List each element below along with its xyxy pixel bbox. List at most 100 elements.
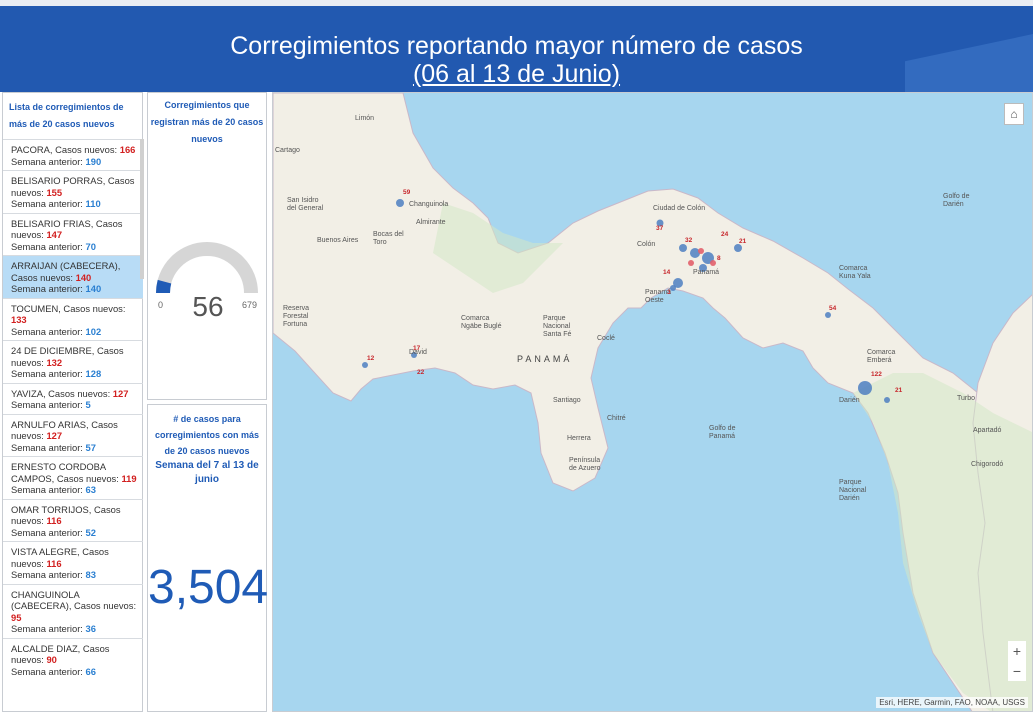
new-cases: 116 xyxy=(46,515,62,526)
previous-week-cases: 102 xyxy=(85,325,102,337)
case-marker xyxy=(734,244,742,252)
total-cases-panel: # de casos para corregimientos con más d… xyxy=(147,404,268,712)
case-marker xyxy=(825,312,831,318)
new-cases: 119 xyxy=(121,472,137,484)
corregimiento-name: BELISARIO FRIAS, Casos nuevos: xyxy=(11,217,123,241)
case-count-label: 22 xyxy=(417,369,425,376)
case-count-label: 32 xyxy=(685,237,693,244)
corregimientos-list[interactable]: PACORA, Casos nuevos: 166 Semana anterior… xyxy=(3,139,143,680)
case-marker xyxy=(858,381,872,395)
map-view[interactable]: Limón Cartago San Isidro del General Bue… xyxy=(272,92,1033,712)
map-label-buenos-aires: Buenos Aires xyxy=(317,237,359,244)
list-item[interactable]: ALCALDE DIAZ, Casos nuevos: 90 Semana ant… xyxy=(3,637,143,681)
new-cases: 147 xyxy=(46,229,63,240)
previous-week-cases: 140 xyxy=(85,283,102,294)
gauge-panel: Corregimientos que registran más de 20 c… xyxy=(147,92,267,400)
zoom-out-button[interactable]: − xyxy=(1008,661,1026,681)
previous-week-label: Semana anterior: xyxy=(11,665,86,677)
previous-week-cases: 63 xyxy=(85,484,96,495)
total-period: Semana del 7 al 13 de junio xyxy=(155,460,259,485)
previous-week-cases: 190 xyxy=(85,155,102,167)
land-forest-east xyxy=(853,373,1032,711)
list-item[interactable]: OMAR TORRIJOS, Casos nuevos: 116 Semana a… xyxy=(3,498,143,542)
case-count-label: 54 xyxy=(829,305,837,312)
case-count-label: 3 xyxy=(667,289,671,296)
map-label-chitre: Chitré xyxy=(607,415,626,422)
map-label-herrera: Herrera xyxy=(567,435,591,442)
gauge-max: 679 xyxy=(242,300,258,310)
corregimiento-name: ERNESTO CORDOBA CAMPOS, Casos nuevos: xyxy=(11,461,122,484)
map-label-reserva: Reserva Forestal Fortuna xyxy=(283,305,310,328)
map-label-limon: Limón xyxy=(355,115,375,122)
corregimiento-name: OMAR TORRIJOS, Casos nuevos: xyxy=(11,503,121,527)
list-item[interactable]: BELISARIO FRIAS, Casos nuevos: 147 Semana… xyxy=(3,212,143,256)
list-item[interactable]: ERNESTO CORDOBA CAMPOS, Casos nuevos: 11… xyxy=(3,456,143,499)
map-basemap[interactable] xyxy=(273,93,1033,712)
corregimiento-name: 24 DE DICIEMBRE, Casos nuevos: xyxy=(11,345,124,368)
corregimiento-name: CHANGUINOLA (CABECERA), Casos nuevos: xyxy=(11,588,137,612)
previous-week-cases: 57 xyxy=(85,441,96,453)
case-count-label: 37 xyxy=(656,225,664,232)
map-label-golfo-panama: Golfo de Panamá xyxy=(709,425,736,440)
gauge-track xyxy=(156,242,258,294)
previous-week-label: Semana anterior: xyxy=(11,368,86,379)
previous-week-label: Semana anterior: xyxy=(11,283,86,294)
previous-week-label: Semana anterior: xyxy=(11,569,86,580)
map-label-colon: Colón xyxy=(637,241,656,248)
case-count-label: 24 xyxy=(721,231,729,238)
gauge-value: 56 xyxy=(192,291,224,322)
previous-week-label: Semana anterior: xyxy=(11,240,86,252)
list-item[interactable]: BELISARIO PORRAS, Casos nuevos: 155 Seman… xyxy=(3,170,143,213)
case-count-label: 14 xyxy=(663,269,671,276)
corregimiento-name: PACORA, Casos nuevos: xyxy=(11,144,120,155)
previous-week-label: Semana anterior: xyxy=(11,526,86,538)
list-item[interactable]: PACORA, Casos nuevos: 166 Semana anterior… xyxy=(3,139,143,170)
zoom-in-button[interactable]: + xyxy=(1008,641,1026,661)
case-count-label: 21 xyxy=(739,238,747,245)
map-label-almirante: Almirante xyxy=(416,219,446,226)
page-subtitle: (06 al 13 de Junio) xyxy=(412,60,621,88)
previous-week-label: Semana anterior: xyxy=(11,155,86,167)
previous-week-label: Semana anterior: xyxy=(11,325,86,337)
map-label-peninsula: Península de Azuero xyxy=(569,457,601,472)
case-count-label: 21 xyxy=(895,387,903,394)
map-label-apartado: Apartadó xyxy=(973,427,1002,434)
previous-week-cases: 5 xyxy=(85,399,91,410)
list-item[interactable]: ARNULFO ARIAS, Casos nuevos: 127 Semana a… xyxy=(3,413,143,457)
list-item[interactable]: 24 DE DICIEMBRE, Casos nuevos: 132 Semana… xyxy=(3,340,143,383)
previous-week-label: Semana anterior: xyxy=(11,623,86,634)
new-cases: 95 xyxy=(11,611,22,623)
list-item[interactable]: ARRAIJAN (CABECERA), Casos nuevos: 140 Se… xyxy=(3,255,143,298)
map-label-comarca-embera: Comarca Emberá xyxy=(867,349,896,364)
list-item[interactable]: CHANGUINOLA (CABECERA), Casos nuevos: 95… xyxy=(3,583,143,638)
home-button[interactable]: ⌂ xyxy=(1004,103,1024,125)
previous-week-cases: 66 xyxy=(85,665,96,677)
map-label-santiago: Santiago xyxy=(553,397,581,404)
previous-week-cases: 70 xyxy=(85,240,96,252)
gauge-min: 0 xyxy=(158,300,164,310)
map-label-parque: Parque Nacional Santa Fé xyxy=(543,315,572,338)
corregimiento-name: TOCUMEN, Casos nuevos: xyxy=(11,302,126,314)
case-marker xyxy=(362,362,368,368)
page-title: Corregimientos reportando mayor número d… xyxy=(230,32,803,60)
new-cases: 90 xyxy=(46,654,57,665)
new-cases: 140 xyxy=(75,271,92,283)
previous-week-label: Semana anterior: xyxy=(11,484,86,495)
list-item[interactable]: YAVIZA, Casos nuevos: 127 Semana anterior… xyxy=(3,382,143,414)
previous-week-label: Semana anterior: xyxy=(11,399,86,410)
corregimiento-name: ARNULFO ARIAS, Casos nuevos: xyxy=(11,418,118,442)
list-scrollbar[interactable] xyxy=(140,139,144,279)
case-marker xyxy=(884,397,890,403)
corregimiento-name: ALCALDE DIAZ, Casos nuevos: xyxy=(11,642,110,666)
case-marker xyxy=(698,248,704,254)
total-title: # de casos para corregimientos con más d… xyxy=(154,414,260,456)
list-item[interactable]: TOCUMEN, Casos nuevos: 133 Semana anterio… xyxy=(3,297,143,341)
new-cases: 133 xyxy=(11,314,27,325)
previous-week-cases: 52 xyxy=(85,526,96,538)
case-marker xyxy=(679,244,687,252)
corregimientos-list-panel: Lista de corregimientos de más de 20 cas… xyxy=(2,92,144,712)
list-item[interactable]: VISTA ALEGRE, Casos nuevos: 116 Semana an… xyxy=(3,541,143,584)
case-marker xyxy=(710,260,716,266)
top-strip xyxy=(0,0,1033,6)
map-label-panama-country: PANAMÁ xyxy=(517,354,573,364)
